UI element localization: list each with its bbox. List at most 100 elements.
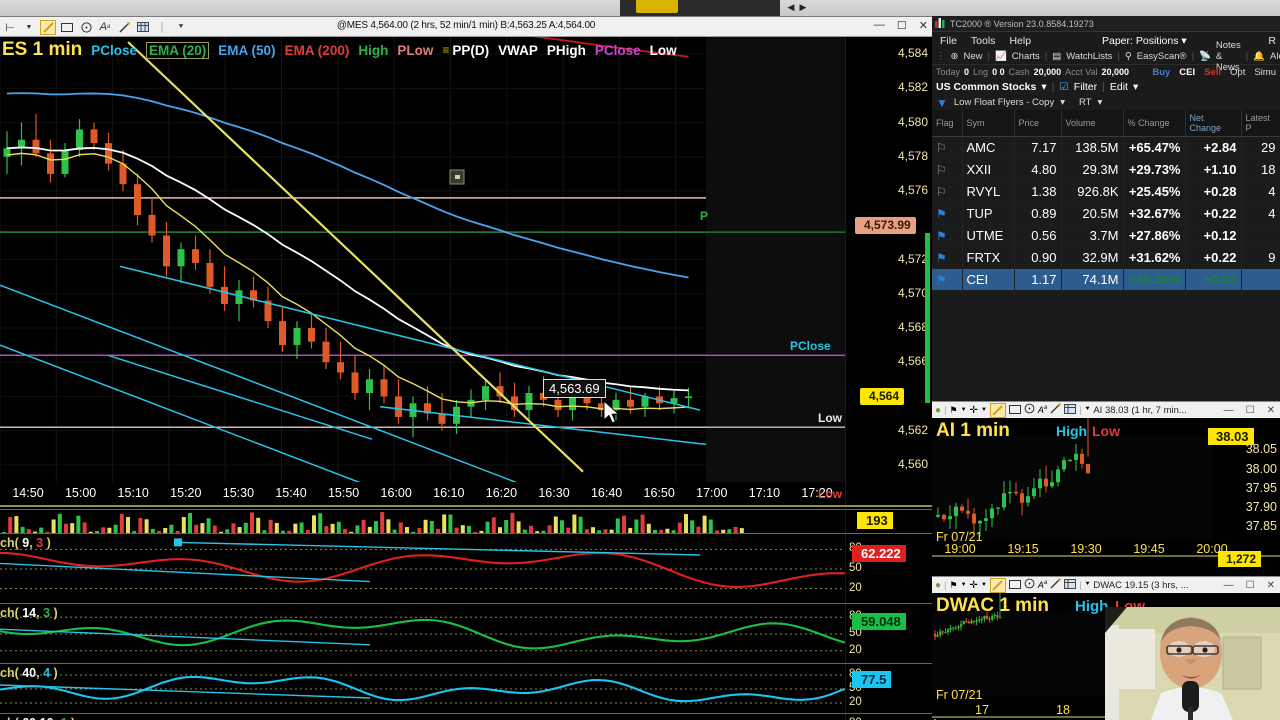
column-header-latest-p[interactable]: Latest P xyxy=(1241,110,1280,137)
table-row[interactable]: ⚐ RVYL 1.38 926.8K +25.45% +0.28 4 xyxy=(932,180,1280,203)
legend-item-ppd[interactable]: PP(D) xyxy=(452,43,489,58)
indicator-pane-stochastic-9-3[interactable]: 805020ch( 9, 3 )62.222 xyxy=(0,533,932,603)
chevron-down-icon-a1[interactable]: ▼ xyxy=(961,407,967,413)
pane-label-stochastic-14-3[interactable]: ch( 14, 3 ) xyxy=(0,606,58,620)
flag-icon[interactable]: ⚑ xyxy=(932,246,963,269)
close-icon[interactable]: ✕ xyxy=(919,19,928,32)
legend-item-ema200[interactable]: EMA (200) xyxy=(285,43,350,58)
new-icon[interactable]: ⊕ xyxy=(951,51,959,62)
new-button[interactable]: New xyxy=(963,51,982,62)
buy-button[interactable]: Buy xyxy=(1152,67,1170,78)
paper-positions-dropdown[interactable]: Paper: Positions ▾ xyxy=(1102,35,1187,47)
legend-item-ema20[interactable]: EMA (20) xyxy=(146,41,210,59)
flag-icon[interactable]: ⚑ xyxy=(932,268,963,291)
indicator-pane-stochastic-14-3[interactable]: 805020ch( 14, 3 )59.048 xyxy=(0,603,932,663)
easyscan-icon[interactable]: ⚲ xyxy=(1125,51,1132,62)
chevron-down-icon-4[interactable]: ▾ xyxy=(1097,97,1102,108)
bg-nav-left-icon[interactable]: ◀ xyxy=(786,2,796,13)
easyscan-button[interactable]: EasyScan® xyxy=(1137,51,1187,62)
pane-label-stochastic-9-3[interactable]: ch( 9, 3 ) xyxy=(0,536,51,550)
column-header-net-change[interactable]: Net Change xyxy=(1185,110,1242,137)
rectangle-tool-icon-dwac[interactable] xyxy=(1008,576,1021,594)
opt-button[interactable]: Opt xyxy=(1230,67,1245,78)
column-header-sym[interactable]: Sym xyxy=(962,110,1015,137)
table-row[interactable]: ⚑ TUP 0.89 20.5M +32.67% +0.22 4 xyxy=(932,202,1280,225)
flag-icon[interactable]: ⚑ xyxy=(932,202,963,225)
grid-tool-icon-dwac[interactable] xyxy=(1064,576,1077,594)
indicator-pane-stochastic-60-10-1[interactable]: 8050ch( 60,10, 1 )37.2714 xyxy=(0,713,932,720)
menu-help[interactable]: Help xyxy=(1009,35,1031,47)
sell-button[interactable]: Sell xyxy=(1204,67,1221,78)
time-axis[interactable]: 14:50 15:00 15:10 15:20 15:30 15:40 15:50 16:00… xyxy=(0,483,845,505)
maximize-icon-dwac[interactable]: ☐ xyxy=(1246,580,1255,591)
grid-tool-icon-ai[interactable] xyxy=(1064,401,1077,419)
flag-icon[interactable]: ⚐ xyxy=(932,158,963,181)
legend-item-plow[interactable]: PLow xyxy=(397,43,433,58)
minimize-icon[interactable]: — xyxy=(874,19,885,32)
pane-label-stochastic-60-10-1[interactable]: ch( 60,10, 1 ) xyxy=(0,716,75,720)
legend-item-high[interactable]: High xyxy=(358,43,388,58)
watchlist-name[interactable]: Low Float Flyers - Copy xyxy=(954,97,1054,108)
pen-tool-icon-dwac[interactable] xyxy=(1050,576,1062,594)
flag-icon[interactable]: ⚑ xyxy=(932,224,963,247)
indicator-pane-stochastic-40-4[interactable]: 805020ch( 40, 4 )77.5 xyxy=(0,663,932,713)
ellipse-tool-icon-ai[interactable] xyxy=(1024,401,1035,419)
column-header-flag[interactable]: Flag xyxy=(932,110,963,137)
menu-file[interactable]: File xyxy=(940,35,957,47)
universe-dropdown[interactable]: US Common Stocks xyxy=(936,81,1036,93)
chevron-down-icon-d3[interactable]: ⯆ xyxy=(1085,581,1091,589)
legend-item-vwap[interactable]: VWAP xyxy=(498,43,538,58)
chevron-down-icon-3[interactable]: ▾ xyxy=(1060,97,1065,108)
ellipse-tool-icon-dwac[interactable] xyxy=(1024,576,1035,594)
chart-body[interactable]: ES 1 min PClose EMA (20) EMA (50) EMA (2… xyxy=(0,37,932,720)
filter-button[interactable]: Filter xyxy=(1074,81,1097,93)
indicator-pane-volume[interactable]: 193 xyxy=(0,509,932,534)
chevron-down-icon[interactable]: ▾ xyxy=(1041,81,1046,93)
chevron-down-icon-2[interactable]: ▾ xyxy=(1133,81,1138,93)
background-active-tab[interactable] xyxy=(636,0,678,13)
bg-nav-right-icon[interactable]: ▶ xyxy=(798,2,808,13)
close-icon-ai[interactable]: ✕ xyxy=(1267,405,1275,416)
legend-item-phigh[interactable]: PHigh xyxy=(547,43,586,58)
watchlist-table[interactable]: Flag Sym Price Volume% Change Net Change Late… xyxy=(932,110,1280,291)
edit-button[interactable]: Edit xyxy=(1110,81,1128,93)
crosshair-tool-icon-dwac[interactable]: ✛ xyxy=(970,580,978,591)
alerts-icon[interactable]: 🔔 xyxy=(1253,51,1265,62)
table-row[interactable]: ⚐ AMC 7.17 138.5M +65.47% +2.84 29 xyxy=(932,136,1280,159)
watchlists-button[interactable]: WatchLists xyxy=(1066,51,1112,62)
watchlists-icon[interactable]: ▤ xyxy=(1052,51,1061,62)
chevron-down-icon-a2[interactable]: ▼ xyxy=(981,407,987,413)
table-row[interactable]: ⚑ FRTX 0.90 32.9M +31.62% +0.22 9 xyxy=(932,246,1280,269)
symbol-ball-icon-dwac[interactable]: ● xyxy=(935,580,941,591)
flag-tool-icon[interactable]: ⚑ xyxy=(950,405,958,416)
legend-item-pclose-2[interactable]: PClose xyxy=(595,43,641,58)
filter-checkbox-icon[interactable]: ☑ xyxy=(1059,81,1068,93)
simu-button[interactable]: Simu xyxy=(1254,67,1276,78)
table-row[interactable]: ⚑ UTME 0.56 3.7M +27.86% +0.12 xyxy=(932,224,1280,247)
chevron-down-icon-d2[interactable]: ▼ xyxy=(981,582,987,588)
chevron-down-icon-a3[interactable]: ⯆ xyxy=(1085,406,1091,414)
dwac-legend-high[interactable]: High xyxy=(1075,598,1108,615)
rectangle-tool-icon-ai[interactable] xyxy=(1008,401,1021,419)
minimize-icon-dwac[interactable]: — xyxy=(1224,580,1234,591)
crosshair-tool-icon[interactable]: ✛ xyxy=(970,405,978,416)
maximize-icon[interactable]: ☐ xyxy=(897,19,907,32)
flag-icon[interactable]: ⚐ xyxy=(932,180,963,203)
charts-icon[interactable]: 📈 xyxy=(995,51,1007,62)
pane-label-stochastic-40-4[interactable]: ch( 40, 4 ) xyxy=(0,666,58,680)
maximize-icon-ai[interactable]: ☐ xyxy=(1246,405,1255,416)
ai-legend-high[interactable]: High xyxy=(1056,423,1087,439)
line-tool-icon-ai[interactable] xyxy=(989,402,1006,418)
text-tool-icon-dwac[interactable]: Aa xyxy=(1038,580,1047,590)
text-tool-icon-ai[interactable]: Aa xyxy=(1038,405,1047,415)
charts-button[interactable]: Charts xyxy=(1012,51,1040,62)
table-row[interactable]: ⚐ XXII 4.80 29.3M +29.73% +1.10 18 xyxy=(932,158,1280,181)
line-tool-icon-dwac[interactable] xyxy=(989,577,1006,593)
legend-item-low[interactable]: Low xyxy=(650,43,677,58)
menu-tools[interactable]: Tools xyxy=(971,35,996,47)
price-plot[interactable]: 4,563.69 P PClose Low xyxy=(0,37,845,482)
legend-item-pclose-1[interactable]: PClose xyxy=(91,43,137,58)
notes-news-icon[interactable]: 📡 xyxy=(1199,51,1211,62)
table-row[interactable]: ⚑ CEI 1.17 74.1M +46.25% +0.37 xyxy=(932,268,1280,291)
close-icon-dwac[interactable]: ✕ xyxy=(1267,580,1275,591)
